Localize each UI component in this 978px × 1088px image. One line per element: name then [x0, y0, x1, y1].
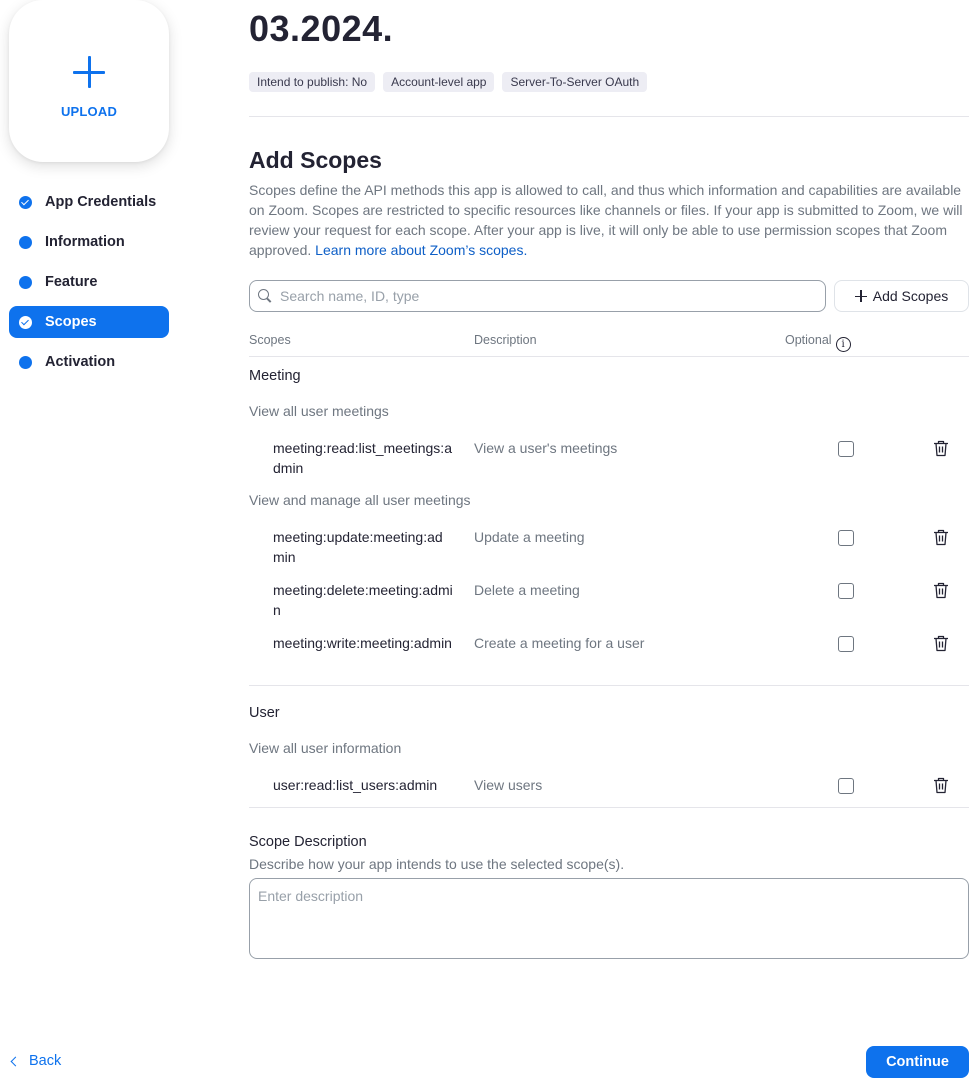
- trash-icon[interactable]: [933, 529, 949, 546]
- sidebar-item-scopes[interactable]: Scopes: [9, 306, 169, 338]
- page-title: 03.2024.: [249, 8, 394, 49]
- column-header-scopes: Scopes: [249, 333, 291, 347]
- optional-checkbox[interactable]: [838, 441, 854, 457]
- divider: [249, 116, 969, 117]
- search-field[interactable]: [249, 280, 826, 312]
- scope-description: Delete a meeting: [474, 582, 580, 598]
- divider: [249, 356, 969, 357]
- check-circle-icon: [19, 315, 32, 329]
- optional-checkbox[interactable]: [838, 583, 854, 599]
- info-icon[interactable]: i: [835, 337, 851, 352]
- check-circle-icon: [19, 195, 32, 209]
- continue-button[interactable]: Continue: [866, 1046, 969, 1078]
- sidebar-item-information[interactable]: Information: [9, 226, 169, 258]
- sidebar-item-label: Scopes: [45, 314, 97, 330]
- divider: [249, 807, 969, 808]
- scope-description: Create a meeting for a user: [474, 635, 645, 651]
- add-scopes-button[interactable]: Add Scopes: [834, 280, 969, 312]
- trash-icon[interactable]: [933, 635, 949, 652]
- sidebar-nav: App Credentials Information Feature Scop…: [9, 186, 169, 386]
- scope-description: View users: [474, 777, 543, 793]
- trash-icon[interactable]: [933, 777, 949, 794]
- scope-description: Update a meeting: [474, 529, 585, 545]
- subgroup-title: View all user information: [249, 740, 402, 756]
- scope-description-hint: Describe how your app intends to use the…: [249, 856, 625, 872]
- sidebar-item-activation[interactable]: Activation: [9, 346, 169, 378]
- upload-button[interactable]: UPLOAD: [9, 0, 169, 162]
- search-icon: [258, 289, 272, 303]
- back-label: Back: [29, 1053, 62, 1069]
- scope-name: meeting:delete:meeting:admin: [273, 582, 453, 618]
- app-tags: Intend to publish: No Account-level app …: [249, 72, 648, 92]
- section-title: Add Scopes: [249, 147, 382, 173]
- add-scopes-label: Add Scopes: [872, 288, 949, 304]
- sidebar-item-feature[interactable]: Feature: [9, 266, 169, 298]
- group-title-meeting: Meeting: [249, 368, 301, 384]
- column-header-description: Description: [474, 333, 537, 347]
- chevron-left-icon: [10, 1056, 21, 1066]
- plus-icon: [71, 54, 107, 90]
- tag-publish: Intend to publish: No: [249, 72, 376, 92]
- dot-icon: [19, 355, 32, 369]
- dot-icon: [19, 235, 32, 249]
- plus-icon: [854, 290, 867, 302]
- scope-name: meeting:update:meeting:admin: [273, 529, 443, 565]
- scope-description: View a user's meetings: [474, 440, 618, 456]
- tag-app-level: Account-level app: [383, 72, 495, 92]
- scope-name: meeting:read:list_meetings:admin: [273, 440, 452, 476]
- optional-checkbox[interactable]: [838, 636, 854, 652]
- trash-icon[interactable]: [933, 582, 949, 599]
- optional-checkbox[interactable]: [838, 778, 854, 794]
- subgroup-title: View all user meetings: [249, 403, 389, 419]
- upload-label: UPLOAD: [60, 104, 118, 119]
- scope-description-label: Scope Description: [249, 834, 367, 850]
- sidebar-item-label: Feature: [45, 274, 98, 290]
- sidebar-item-label: Information: [45, 234, 125, 250]
- optional-checkbox[interactable]: [838, 530, 854, 546]
- divider: [249, 685, 969, 686]
- scope-name: meeting:write:meeting:admin: [273, 635, 452, 651]
- back-button[interactable]: Back: [10, 1053, 62, 1069]
- scope-name: user:read:list_users:admin: [273, 777, 438, 793]
- optional-label: Optional: [785, 333, 832, 347]
- scope-description-input[interactable]: [249, 878, 969, 959]
- sidebar-item-app-credentials[interactable]: App Credentials: [9, 186, 169, 218]
- sidebar-item-label: App Credentials: [45, 194, 157, 210]
- sidebar-item-label: Activation: [45, 354, 116, 370]
- scopes-intro: Scopes define the API methods this app i…: [249, 180, 969, 260]
- trash-icon[interactable]: [933, 440, 949, 457]
- group-title-user: User: [249, 705, 280, 721]
- subgroup-title: View and manage all user meetings: [249, 492, 471, 508]
- learn-more-link[interactable]: Learn more about Zoom’s scopes.: [315, 242, 527, 258]
- column-header-optional: Optional i: [785, 333, 851, 352]
- dot-icon: [19, 275, 32, 289]
- search-input[interactable]: [280, 288, 800, 304]
- tag-oauth: Server-To-Server OAuth: [502, 72, 648, 92]
